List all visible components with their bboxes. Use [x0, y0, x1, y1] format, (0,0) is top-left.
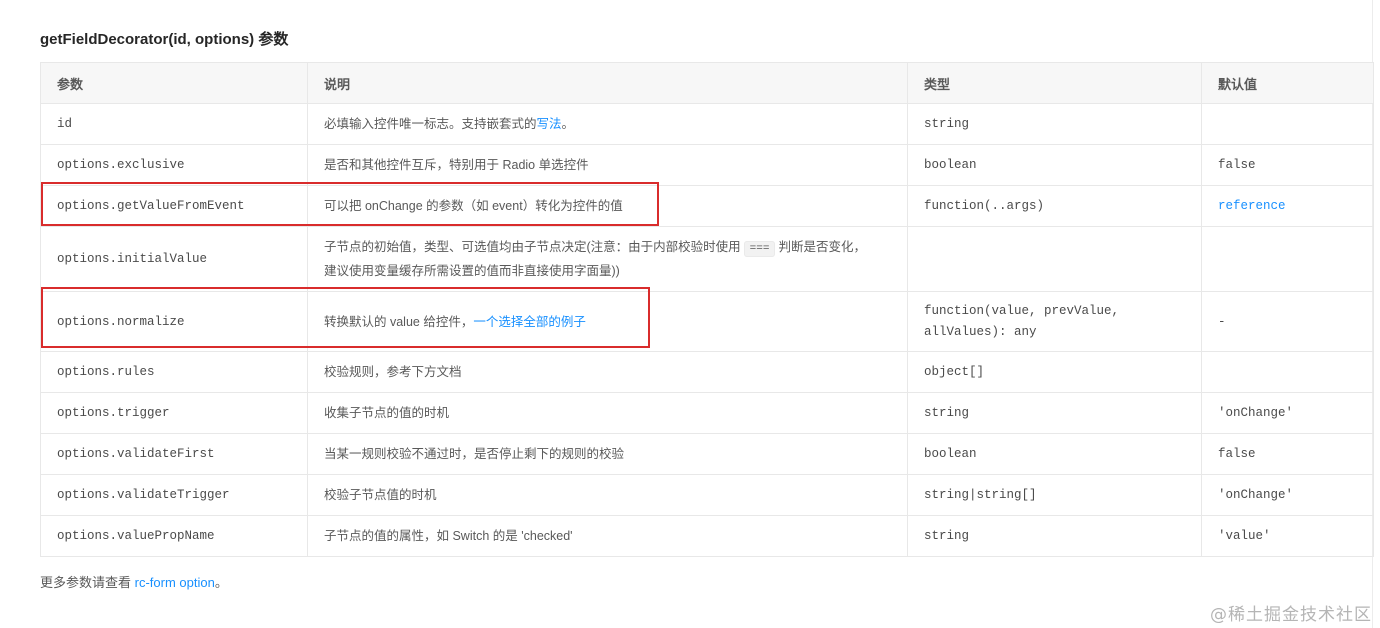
- table-row: options.trigger 收集子节点的值的时机 string 'onCha…: [40, 392, 1374, 434]
- desc-cell: 必填输入控件唯一标志。支持嵌套式的写法。: [307, 103, 908, 145]
- desc-cell: 转换默认的 value 给控件，一个选择全部的例子: [307, 291, 908, 352]
- header-param: 参数: [40, 62, 308, 104]
- select-all-example-link[interactable]: 一个选择全部的例子: [473, 315, 586, 329]
- desc-cell: 收集子节点的值的时机: [307, 392, 908, 434]
- type-cell: function(value, prevValue, allValues): a…: [907, 291, 1202, 352]
- param-cell: options.exclusive: [40, 144, 308, 186]
- desc-text: 建议使用变量缓存所需设置的值而非直接使用字面量)): [324, 264, 620, 278]
- param-cell: options.normalize: [40, 291, 308, 352]
- type-cell: string: [907, 392, 1202, 434]
- default-cell: -: [1201, 291, 1374, 352]
- default-cell: [1201, 103, 1374, 145]
- desc-cell: 子节点的值的属性，如 Switch 的是 'checked': [307, 515, 908, 557]
- table-row: options.exclusive 是否和其他控件互斥，特别用于 Radio 单…: [40, 144, 1374, 186]
- desc-cell: 子节点的初始值，类型、可选值均由子节点决定(注意：由于内部校验时使用 === 判断是…: [307, 226, 908, 292]
- default-cell: reference: [1201, 185, 1374, 227]
- table-row: options.validateFirst 当某一规则校验不通过时，是否停止剩下…: [40, 433, 1374, 475]
- table-row: id 必填输入控件唯一标志。支持嵌套式的写法。 string: [40, 103, 1374, 145]
- reference-link[interactable]: reference: [1218, 199, 1286, 213]
- param-cell: options.trigger: [40, 392, 308, 434]
- section-title: getFieldDecorator(id, options) 参数: [40, 31, 289, 48]
- nested-syntax-link[interactable]: 写法: [537, 117, 562, 131]
- type-text: allValues): any: [924, 324, 1037, 339]
- type-cell: string: [907, 515, 1202, 557]
- header-default: 默认值: [1201, 62, 1374, 104]
- footer-note: 更多参数请查看 rc-form option。: [40, 572, 228, 591]
- header-type: 类型: [907, 62, 1202, 104]
- type-cell: boolean: [907, 433, 1202, 475]
- param-cell: options.initialValue: [40, 226, 308, 292]
- type-cell: object[]: [907, 351, 1202, 393]
- table-row: options.validateTrigger 校验子节点值的时机 string…: [40, 474, 1374, 516]
- default-cell: false: [1201, 433, 1374, 475]
- header-desc: 说明: [307, 62, 908, 104]
- desc-text: 必填输入控件唯一标志。支持嵌套式的: [324, 117, 537, 131]
- default-cell: 'onChange': [1201, 392, 1374, 434]
- param-cell: options.validateFirst: [40, 433, 308, 475]
- table-row: options.rules 校验规则，参考下方文档 object[]: [40, 351, 1374, 393]
- desc-cell: 校验规则，参考下方文档: [307, 351, 908, 393]
- desc-text: 转换默认的 value 给控件，: [324, 314, 474, 329]
- page: getFieldDecorator(id, options) 参数 参数 说明 …: [0, 0, 1380, 628]
- table-header-row: 参数 说明 类型 默认值: [40, 62, 1374, 104]
- type-text: function(value, prevValue,: [924, 303, 1120, 318]
- param-cell: id: [40, 103, 308, 145]
- type-cell: boolean: [907, 144, 1202, 186]
- table-row: options.getValueFromEvent 可以把 onChange 的…: [40, 185, 1374, 227]
- type-cell: function(..args): [907, 185, 1202, 227]
- desc-text: 子节点的初始值，类型、可选值均由子节点决定(注意：由于内部校验时使用: [324, 240, 741, 254]
- param-cell: options.valuePropName: [40, 515, 308, 557]
- table-row: options.valuePropName 子节点的值的属性，如 Switch …: [40, 515, 1374, 557]
- param-cell: options.rules: [40, 351, 308, 393]
- desc-cell: 是否和其他控件互斥，特别用于 Radio 单选控件: [307, 144, 908, 186]
- footer-text: 。: [214, 575, 228, 590]
- default-cell: [1201, 351, 1374, 393]
- desc-text: 。: [561, 117, 575, 131]
- desc-text: 判断是否变化，: [778, 240, 866, 254]
- desc-cell: 可以把 onChange 的参数（如 event）转化为控件的值: [307, 185, 908, 227]
- footer-text: 更多参数请查看: [40, 575, 135, 590]
- type-cell: string|string[]: [907, 474, 1202, 516]
- param-cell: options.getValueFromEvent: [40, 185, 308, 227]
- type-cell: string: [907, 103, 1202, 145]
- desc-cell: 当某一规则校验不通过时，是否停止剩下的规则的校验: [307, 433, 908, 475]
- watermark: @稀土掘金技术社区: [1210, 605, 1372, 625]
- param-cell: options.validateTrigger: [40, 474, 308, 516]
- default-cell: 'onChange': [1201, 474, 1374, 516]
- api-table: 参数 说明 类型 默认值 id 必填输入控件唯一标志。支持嵌套式的写法。 str…: [40, 62, 1374, 557]
- default-cell: 'value': [1201, 515, 1374, 557]
- desc-cell: 校验子节点值的时机: [307, 474, 908, 516]
- type-cell: [907, 226, 1202, 292]
- default-cell: false: [1201, 144, 1374, 186]
- default-cell: [1201, 226, 1374, 292]
- rc-form-option-link[interactable]: rc-form option: [135, 575, 215, 590]
- inline-code: ===: [743, 241, 776, 257]
- table-row: options.normalize 转换默认的 value 给控件，一个选择全部…: [40, 291, 1374, 352]
- table-row: options.initialValue 子节点的初始值，类型、可选值均由子节点…: [40, 226, 1374, 292]
